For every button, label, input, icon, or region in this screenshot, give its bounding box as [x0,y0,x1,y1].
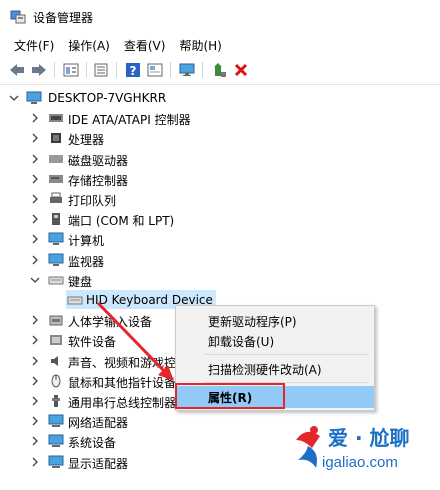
tree-item[interactable]: 处理器 [0,128,440,148]
tree-item-label: 网络适配器 [68,416,129,431]
printer-icon [50,192,62,203]
chevron-right-icon[interactable] [30,396,40,406]
list-icon[interactable] [92,61,110,79]
tree-item[interactable]: 键盘 [0,270,440,290]
menu-view[interactable]: 查看(V) [124,37,166,54]
monitor-icon[interactable] [178,61,196,79]
tree-item-label: 系统设备 [68,436,117,451]
hid-icon [49,315,63,326]
tree-item-label: 磁盘驱动器 [68,153,129,168]
tree-item[interactable]: 监视器 [0,250,440,270]
network-adapter-icon [48,414,64,428]
display-adapter-icon [48,455,64,468]
tree-item-label: 软件设备 [68,335,117,350]
tree-item[interactable]: IDE ATA/ATAPI 控制器 [0,108,440,128]
update-driver-icon[interactable] [210,61,228,79]
chevron-right-icon[interactable] [30,335,40,345]
svg-text:?: ? [130,64,137,78]
tree-item-label: 计算机 [68,234,105,249]
tree-item-label: 通用串行总线控制器 [68,396,177,410]
chevron-right-icon[interactable] [30,214,40,224]
menu-action[interactable]: 操作(A) [68,37,110,54]
help-icon[interactable]: ? [124,61,142,79]
tree-item[interactable]: 打印队列 [0,189,440,209]
chevron-right-icon[interactable] [30,457,40,467]
ide-controller-icon [49,114,63,123]
tree-item[interactable]: 存储控制器 [0,169,440,189]
menu-help[interactable]: 帮助(H) [179,37,221,54]
tree-item-label: 显示适配器 [68,456,129,471]
tree-item-label: 打印队列 [68,194,117,208]
properties-icon[interactable] [62,61,80,79]
show-icon[interactable] [146,61,164,79]
chevron-right-icon[interactable] [30,154,40,164]
keyboard-device-icon [67,296,83,305]
port-icon [52,213,60,226]
toolbar: ? [0,57,440,85]
tree-item-label: 监视器 [68,254,105,269]
tree-item-label: 人体学输入设备 [68,315,153,330]
usb-icon [52,395,60,407]
tree-item[interactable]: 磁盘驱动器 [0,149,440,169]
chevron-right-icon[interactable] [30,234,40,244]
chevron-right-icon[interactable] [30,416,40,426]
sound-icon [51,355,58,366]
chevron-right-icon[interactable] [30,255,40,265]
chevron-down-icon[interactable] [9,93,19,103]
tree-item-label: 端口 (COM 和 LPT) [68,214,175,229]
menu-file[interactable]: 文件(F) [14,37,54,54]
watermark: 爱 · 尬聊 igaliao.com [290,418,438,482]
chevron-right-icon[interactable] [30,194,40,204]
system-device-icon [48,434,64,448]
ctx-uninstall-device[interactable]: 卸载设备(U) [176,330,374,352]
chevron-right-icon[interactable] [30,133,40,143]
tree-item-label: 键盘 [68,274,93,289]
menu-bar: 文件(F) 操作(A) 查看(V) 帮助(H) [0,35,440,55]
computer-icon [48,232,64,246]
tree-root-label: DESKTOP-7VGHKRR [48,91,167,105]
tree-item[interactable]: 端口 (COM 和 LPT) [0,209,440,229]
back-icon[interactable] [8,61,26,79]
software-device-icon [50,335,62,346]
keyboard-icon [48,276,64,285]
highlight-box [175,383,285,409]
watermark-url: igaliao.com [322,454,398,471]
chevron-right-icon[interactable] [30,436,40,446]
computer-icon [26,91,42,104]
tree-item-label: 鼠标和其他指针设备 [68,375,177,390]
chevron-right-icon[interactable] [30,315,40,325]
tree-item-label: IDE ATA/ATAPI 控制器 [68,113,191,128]
device-manager-icon [10,10,26,24]
tree-item-label: 处理器 [68,133,105,148]
disk-drive-icon [49,154,63,163]
tree-item[interactable]: 计算机 [0,229,440,249]
monitor-icon [48,253,64,266]
chevron-right-icon[interactable] [30,113,40,123]
title-bar: 设备管理器 [0,0,440,34]
ctx-scan-hardware[interactable]: 扫描检测硬件改动(A) [176,358,374,380]
tree-root[interactable]: DESKTOP-7VGHKRR [0,88,440,108]
remove-icon[interactable] [232,61,250,79]
ctx-update-driver[interactable]: 更新驱动程序(P) [176,310,374,332]
tree-item-label: 存储控制器 [68,173,129,188]
window-title: 设备管理器 [33,11,94,25]
mouse-icon [51,374,61,388]
chevron-right-icon[interactable] [30,174,40,184]
chevron-right-icon[interactable] [30,376,40,386]
forward-icon[interactable] [30,61,48,79]
processor-icon [51,133,61,144]
chevron-right-icon[interactable] [30,356,40,366]
chevron-down-icon[interactable] [30,275,40,285]
watermark-title: 爱 · 尬聊 [328,426,410,450]
storage-controller-icon [49,174,63,183]
